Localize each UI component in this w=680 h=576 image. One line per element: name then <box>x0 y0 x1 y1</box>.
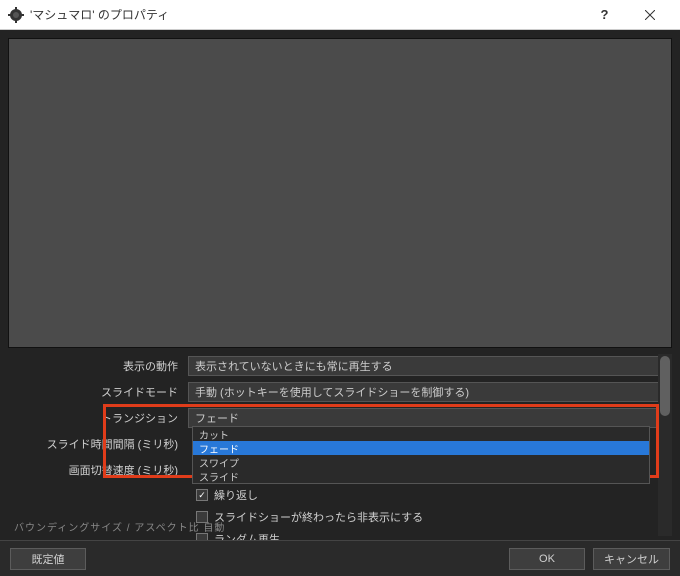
transition-option-fade[interactable]: フェード <box>193 441 649 455</box>
row-loop: ✓ 繰り返し <box>8 484 672 506</box>
label-switch-speed: 画面切替速度 (ミリ秒) <box>8 462 188 478</box>
transition-option-slide[interactable]: スライド <box>193 469 649 483</box>
properties-scrollbar[interactable] <box>658 354 672 536</box>
label-transition: トランジション <box>8 410 188 426</box>
help-button[interactable]: ? <box>582 0 627 30</box>
cancel-button[interactable]: キャンセル <box>593 548 670 570</box>
ok-button[interactable]: OK <box>509 548 585 570</box>
defaults-button[interactable]: 既定値 <box>10 548 86 570</box>
transition-option-cut[interactable]: カット <box>193 427 649 441</box>
transition-option-swipe[interactable]: スワイプ <box>193 455 649 469</box>
select-display-behavior[interactable]: 表示されていないときにも常に再生する ▴▾ <box>188 356 672 376</box>
value-transition: フェード <box>195 410 239 426</box>
checkbox-loop[interactable]: ✓ <box>196 489 208 501</box>
window-title: 'マシュマロ' のプロパティ <box>30 6 582 23</box>
row-slide-mode: スライドモード 手動 (ホットキーを使用してスライドショーを制御する) ▴▾ <box>8 380 672 404</box>
scrollbar-thumb[interactable] <box>660 356 670 416</box>
transition-dropdown-menu[interactable]: カット フェード スワイプ スライド <box>192 426 650 484</box>
client-area: 表示の動作 表示されていないときにも常に再生する ▴▾ スライドモード 手動 (… <box>0 30 680 576</box>
label-slide-mode: スライドモード <box>8 384 188 400</box>
label-display-behavior: 表示の動作 <box>8 358 188 374</box>
select-transition[interactable]: フェード ▴▾ <box>188 408 672 428</box>
properties-panel: 表示の動作 表示されていないときにも常に再生する ▴▾ スライドモード 手動 (… <box>8 354 672 536</box>
title-bar: 'マシュマロ' のプロパティ ? <box>0 0 680 30</box>
label-bounding-cutoff: バウンディングサイズ / アスペクト比 自動 <box>14 519 225 534</box>
select-slide-mode[interactable]: 手動 (ホットキーを使用してスライドショーを制御する) ▴▾ <box>188 382 672 402</box>
button-bar: 既定値 OK キャンセル <box>0 540 680 576</box>
label-slide-interval: スライド時間間隔 (ミリ秒) <box>8 436 188 452</box>
label-loop: 繰り返し <box>214 487 258 503</box>
value-slide-mode: 手動 (ホットキーを使用してスライドショーを制御する) <box>195 384 469 400</box>
close-button[interactable] <box>627 0 672 30</box>
label-hide-after: スライドショーが終わったら非表示にする <box>214 509 423 525</box>
preview-area <box>8 38 672 348</box>
app-icon <box>8 7 24 23</box>
row-display-behavior: 表示の動作 表示されていないときにも常に再生する ▴▾ <box>8 354 672 378</box>
value-display-behavior: 表示されていないときにも常に再生する <box>195 358 393 374</box>
